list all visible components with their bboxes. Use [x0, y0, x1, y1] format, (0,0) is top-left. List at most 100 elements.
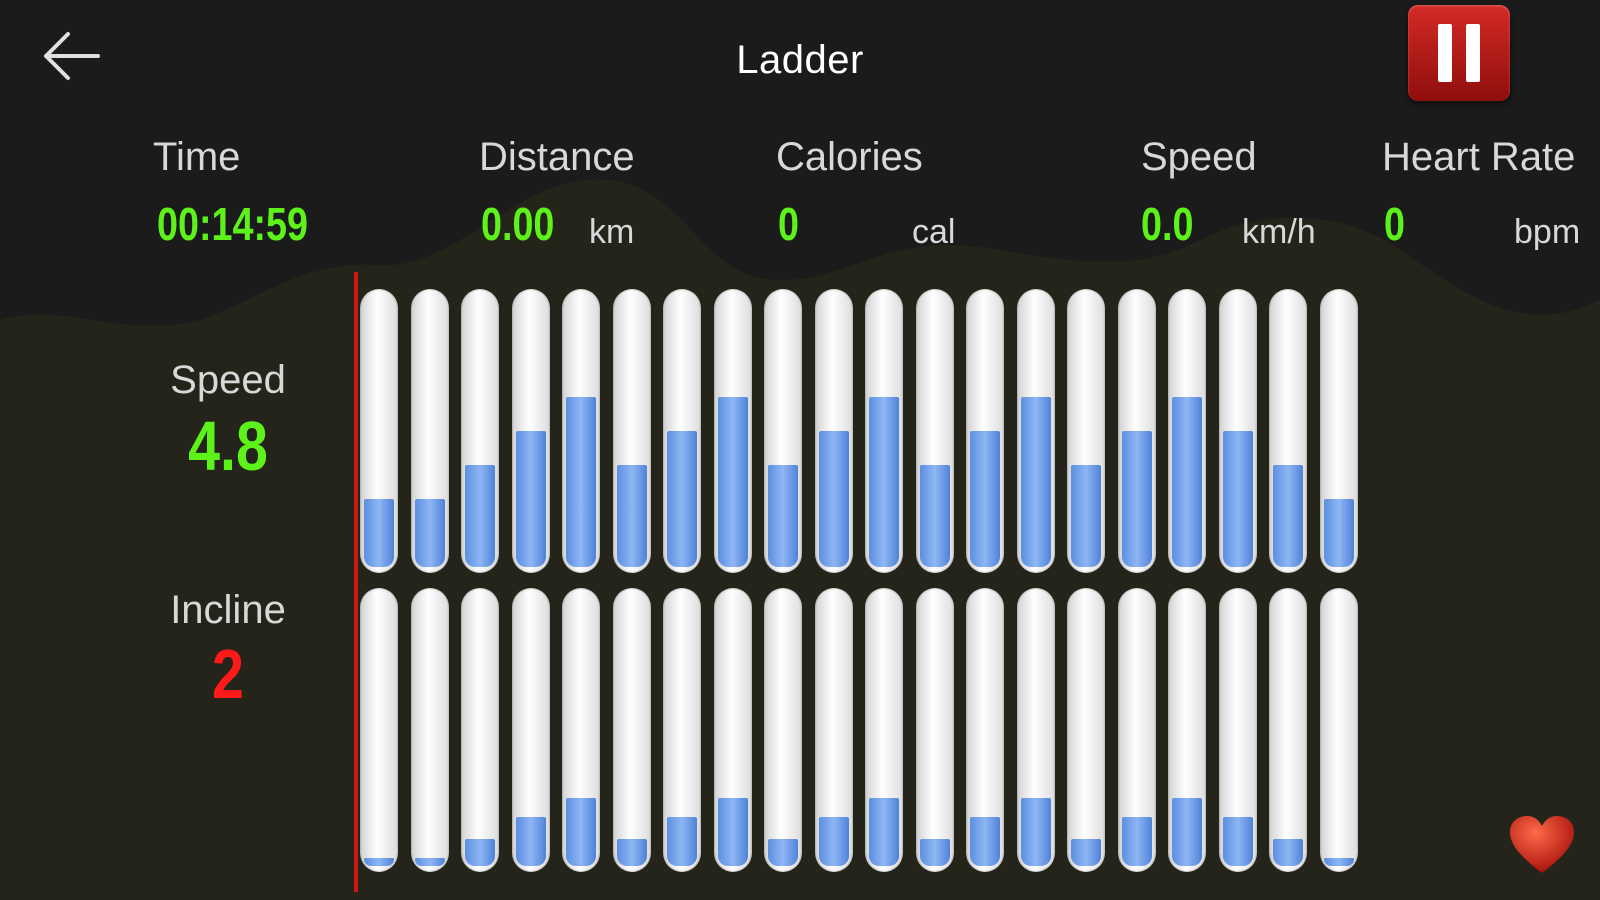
speed-bar-fill — [515, 431, 546, 567]
incline-bar-fill — [364, 858, 394, 866]
speed-bar-fill — [869, 397, 899, 567]
current-incline-label: Incline — [170, 588, 286, 632]
stat-label: Time — [153, 135, 241, 179]
speed-bar-fill — [970, 431, 1000, 567]
stat-label: Heart Rate — [1382, 135, 1576, 179]
incline-bar-fill — [1071, 839, 1101, 866]
incline-bar — [360, 588, 398, 872]
incline-bar — [915, 588, 954, 872]
incline-bar-fill — [919, 839, 950, 866]
speed-bar-fill — [566, 397, 596, 567]
speed-bar — [410, 289, 449, 573]
speed-unit: km/h — [1242, 213, 1316, 251]
incline-bar — [814, 588, 853, 872]
speed-bar — [461, 289, 499, 573]
speed-bar — [562, 289, 600, 573]
incline-bar — [511, 588, 550, 872]
speed-profile-chart — [360, 289, 1366, 573]
speed-bar-fill — [818, 431, 849, 567]
time-value: 00:14:59 — [157, 198, 308, 250]
distance-value: 0.00 — [481, 198, 555, 250]
speed-bar — [1168, 289, 1206, 573]
speed-bar-fill — [414, 499, 445, 567]
incline-bar — [1319, 588, 1358, 872]
incline-bar-fill — [465, 839, 495, 866]
incline-bar-fill — [869, 798, 899, 866]
speed-bar-fill — [1121, 431, 1152, 567]
pause-icon — [1431, 24, 1487, 82]
incline-bar — [1168, 588, 1206, 872]
speed-bar-fill — [1273, 465, 1303, 567]
heart-rate-value: 0 — [1384, 198, 1405, 250]
incline-bar-fill — [1121, 817, 1152, 866]
incline-bar-fill — [768, 839, 798, 866]
incline-bar — [1269, 588, 1307, 872]
incline-bar-fill — [1222, 817, 1253, 866]
incline-bar-fill — [414, 858, 445, 866]
incline-bar — [1218, 588, 1257, 872]
heart-icon — [1510, 816, 1574, 873]
incline-bar — [562, 588, 600, 872]
incline-bar-fill — [1172, 798, 1202, 866]
incline-bar — [713, 588, 752, 872]
incline-bar — [461, 588, 499, 872]
distance-unit: km — [589, 213, 635, 251]
speed-bar-fill — [1222, 431, 1253, 567]
speed-bar — [1117, 289, 1156, 573]
speed-bar — [814, 289, 853, 573]
speed-bar — [360, 289, 398, 573]
speed-bar-fill — [465, 465, 495, 567]
speed-bar-fill — [1020, 397, 1051, 567]
incline-bar-fill — [970, 817, 1000, 866]
incline-bar — [1117, 588, 1156, 872]
speed-bar — [966, 289, 1004, 573]
speed-bar — [612, 289, 651, 573]
speed-bar — [1269, 289, 1307, 573]
heart-rate-unit: bpm — [1514, 213, 1581, 251]
speed-bar-fill — [667, 431, 697, 567]
speed-bar-fill — [1323, 499, 1354, 567]
speed-bar-fill — [1172, 397, 1202, 567]
speed-bar — [1067, 289, 1105, 573]
speed-bar — [915, 289, 954, 573]
calories-unit: cal — [912, 213, 956, 251]
incline-bar — [764, 588, 802, 872]
incline-bar — [865, 588, 903, 872]
pause-button[interactable] — [1408, 5, 1510, 101]
incline-bar-fill — [1020, 798, 1051, 866]
speed-bar — [713, 289, 752, 573]
incline-bar-fill — [818, 817, 849, 866]
speed-bar — [1319, 289, 1358, 573]
speed-bar — [511, 289, 550, 573]
current-segment-marker — [354, 272, 358, 892]
speed-bar-fill — [616, 465, 647, 567]
incline-bar-fill — [515, 817, 546, 866]
incline-bar-fill — [717, 798, 748, 866]
incline-bar — [410, 588, 449, 872]
stat-label: Calories — [776, 135, 923, 179]
incline-bar-fill — [1323, 858, 1354, 866]
incline-bar-fill — [616, 839, 647, 866]
speed-bar — [1016, 289, 1055, 573]
incline-bar — [663, 588, 701, 872]
incline-bar — [1067, 588, 1105, 872]
speed-bar-fill — [768, 465, 798, 567]
speed-bar — [865, 289, 903, 573]
incline-profile-chart — [360, 588, 1366, 872]
incline-bar — [1016, 588, 1055, 872]
speed-bar-fill — [364, 499, 394, 567]
incline-bar — [612, 588, 651, 872]
speed-bar — [1218, 289, 1257, 573]
current-speed-value: 4.8 — [188, 407, 268, 485]
incline-bar-fill — [667, 817, 697, 866]
speed-bar-fill — [919, 465, 950, 567]
calories-value: 0 — [778, 198, 799, 250]
current-incline-value: 2 — [212, 635, 244, 713]
page-title: Ladder — [736, 38, 864, 82]
speed-bar — [764, 289, 802, 573]
incline-bar-fill — [566, 798, 596, 866]
stat-label: Speed — [1141, 135, 1257, 179]
incline-bar-fill — [1273, 839, 1303, 866]
speed-value: 0.0 — [1141, 198, 1194, 250]
speed-bar — [663, 289, 701, 573]
